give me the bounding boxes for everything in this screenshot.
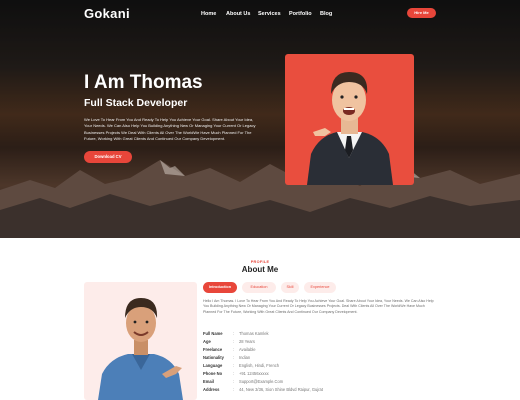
info-separator: : bbox=[233, 387, 235, 392]
nav-link-about-us[interactable]: About Us bbox=[226, 11, 250, 17]
info-separator: : bbox=[233, 379, 235, 384]
hero-portrait bbox=[285, 54, 414, 185]
info-key: Age bbox=[203, 339, 211, 344]
info-value: +91 12456xxxxx bbox=[239, 371, 269, 376]
info-value: 28 Years bbox=[239, 339, 255, 344]
info-value: Indian bbox=[239, 355, 251, 360]
site-logo[interactable]: Gokani bbox=[84, 6, 130, 21]
info-key: Nationality bbox=[203, 355, 224, 360]
nav-link-services[interactable]: Services bbox=[258, 11, 281, 17]
top-navigation: Gokani Home About Us Services Portfolio … bbox=[0, 0, 520, 28]
hero-description: We Love To Hear From You And Ready To He… bbox=[84, 117, 256, 141]
info-key: Phone No bbox=[203, 371, 223, 376]
info-key: Language bbox=[203, 363, 223, 368]
download-cv-button[interactable]: Download CV bbox=[84, 151, 132, 164]
hero-subtitle: Full Stack Developer bbox=[84, 97, 188, 109]
tab-experience[interactable]: Experience bbox=[304, 282, 336, 293]
info-separator: : bbox=[233, 355, 235, 360]
person-illustration bbox=[98, 298, 183, 400]
hire-me-button[interactable]: Hire Me bbox=[407, 8, 436, 18]
info-value: Thomas Kamlek bbox=[239, 331, 269, 336]
nav-link-home[interactable]: Home bbox=[201, 11, 216, 17]
info-separator: : bbox=[233, 347, 235, 352]
about-section-label: PROFILE bbox=[250, 260, 270, 264]
tab-introduction[interactable]: Introduction bbox=[203, 282, 237, 293]
info-value: English, Hindi, French bbox=[239, 363, 280, 368]
info-key: Full Name bbox=[203, 331, 223, 336]
nav-link-portfolio[interactable]: Portfolio bbox=[289, 11, 312, 17]
mountain-background bbox=[0, 160, 520, 238]
about-section-title: About Me bbox=[241, 265, 279, 274]
hero-content: I Am Thomas Full Stack Developer We Love… bbox=[84, 72, 264, 164]
tab-skill[interactable]: Skill bbox=[281, 282, 299, 293]
info-value: Available bbox=[239, 347, 256, 352]
info-key: Freelance bbox=[203, 347, 223, 352]
info-separator: : bbox=[233, 371, 235, 376]
about-portrait bbox=[84, 282, 197, 400]
info-key: Email bbox=[203, 379, 214, 384]
info-value: Support@Example.Com bbox=[239, 379, 284, 384]
info-key: Address bbox=[203, 387, 220, 392]
info-value: 44, New 3/36, Sion Shine Bldvd Raipur, G… bbox=[239, 387, 323, 392]
info-separator: : bbox=[233, 339, 235, 344]
info-separator: : bbox=[233, 331, 235, 336]
tab-education[interactable]: Education bbox=[242, 282, 276, 293]
person-illustration bbox=[307, 72, 393, 185]
about-intro-text: Hello I Am Thomas. I Love To Hear From Y… bbox=[203, 299, 434, 314]
info-separator: : bbox=[233, 363, 235, 368]
nav-link-blog[interactable]: Blog bbox=[320, 11, 332, 17]
hero-title: I Am Thomas bbox=[84, 72, 203, 93]
